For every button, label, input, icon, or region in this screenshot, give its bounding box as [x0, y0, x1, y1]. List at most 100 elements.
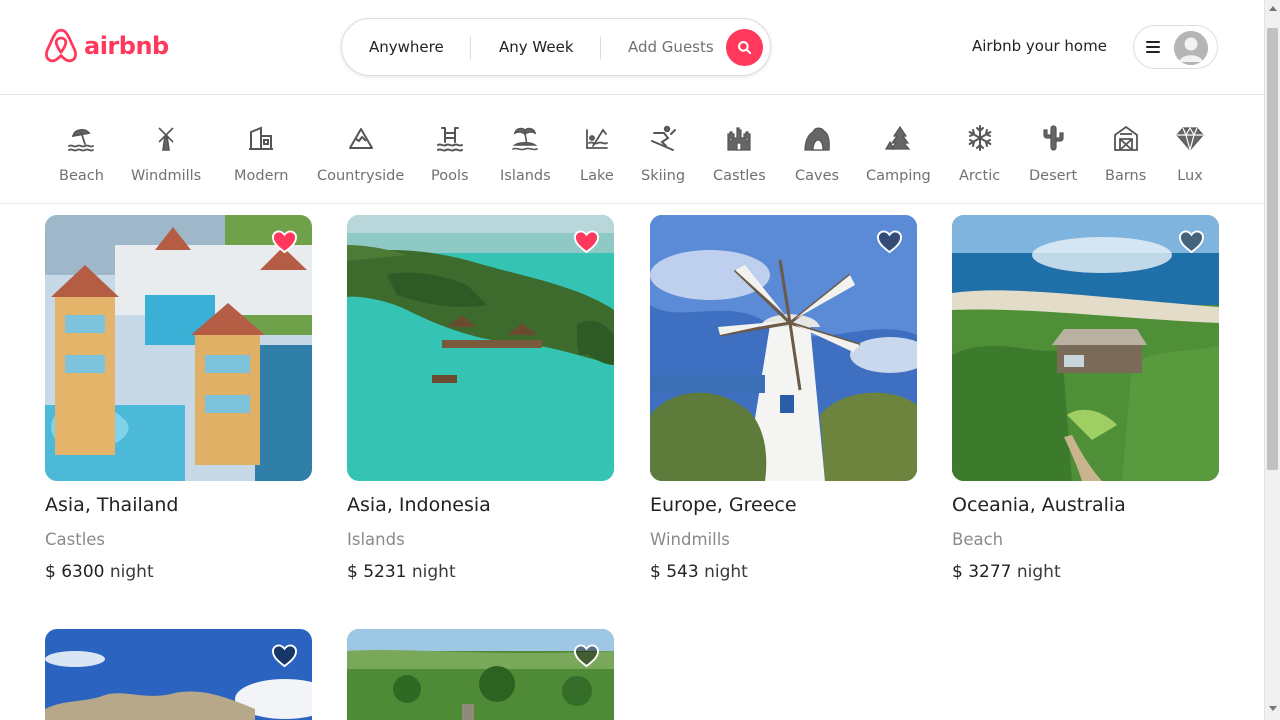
- skiing-icon: [651, 125, 677, 151]
- island-lagoon-photo: [347, 215, 614, 481]
- listing-card[interactable]: Asia, Thailand Castles $ 6300 night: [45, 215, 312, 582]
- windmill-photo: [650, 215, 917, 481]
- listing-card[interactable]: Asia, Indonesia Islands $ 5231 night: [347, 215, 614, 582]
- coastal-house-photo: [952, 215, 1219, 481]
- category-countryside[interactable]: Countryside: [317, 124, 404, 184]
- search-divider: [470, 36, 471, 60]
- search-bar[interactable]: Anywhere Any Week Add Guests: [341, 18, 771, 76]
- heart-outline-icon: [573, 644, 600, 668]
- search-button[interactable]: [726, 29, 763, 66]
- listing-photo[interactable]: [45, 215, 312, 481]
- favorite-button[interactable]: [573, 229, 600, 254]
- user-avatar-icon: [1174, 31, 1208, 65]
- listing-price: $ 3277 night: [952, 562, 1219, 582]
- category-castles[interactable]: Castles: [713, 124, 766, 184]
- camping-icon: [885, 125, 911, 150]
- category-desert[interactable]: Desert: [1029, 124, 1077, 184]
- listing-card[interactable]: [45, 629, 312, 720]
- lake-icon: [585, 128, 608, 149]
- listing-photo[interactable]: [952, 215, 1219, 481]
- listing-price: $ 6300 night: [45, 562, 312, 582]
- category-pools[interactable]: Pools: [431, 124, 469, 184]
- favorite-button[interactable]: [271, 643, 298, 668]
- listing-photo[interactable]: [347, 215, 614, 481]
- price-unit: night: [411, 562, 456, 582]
- diamond-icon: [1176, 127, 1204, 151]
- category-label: Beach: [59, 168, 104, 184]
- price-unit: night: [109, 562, 154, 582]
- airbnb-logo-icon: [45, 28, 77, 63]
- listing-category: Islands: [347, 530, 405, 549]
- favorite-button[interactable]: [271, 229, 298, 254]
- category-label: Countryside: [317, 168, 405, 184]
- windmill-icon: [158, 127, 174, 151]
- listing-title: Asia, Indonesia: [347, 494, 491, 516]
- pool-icon: [436, 127, 463, 152]
- heart-filled-icon: [271, 230, 298, 254]
- listing-photo[interactable]: [45, 629, 312, 720]
- category-label: Camping: [866, 168, 931, 184]
- listing-category: Beach: [952, 530, 1004, 549]
- listing-card[interactable]: [347, 629, 614, 720]
- favorite-button[interactable]: [1178, 229, 1205, 254]
- category-caves[interactable]: Caves: [795, 124, 839, 184]
- category-arctic[interactable]: Arctic: [959, 124, 1000, 184]
- user-menu-button[interactable]: [1133, 25, 1218, 69]
- snowflake-icon: [968, 125, 992, 151]
- listing-category: Windmills: [650, 530, 730, 549]
- category-label: Barns: [1105, 168, 1147, 184]
- modern-house-icon: [249, 126, 274, 150]
- scroll-up-arrow-icon[interactable]: [1269, 6, 1277, 11]
- favorite-button[interactable]: [573, 643, 600, 668]
- price-amount: $ 3277: [952, 562, 1012, 582]
- category-modern[interactable]: Modern: [234, 124, 288, 184]
- category-barns[interactable]: Barns: [1105, 124, 1146, 184]
- heart-outline-icon: [876, 230, 903, 254]
- heart-filled-icon: [573, 230, 600, 254]
- scroll-down-arrow-icon[interactable]: [1269, 706, 1277, 711]
- listing-card[interactable]: Oceania, Australia Beach $ 3277 night: [952, 215, 1219, 582]
- price-amount: $ 6300: [45, 562, 105, 582]
- category-label: Lux: [1177, 168, 1203, 184]
- category-label: Windmills: [131, 168, 202, 184]
- page-scrollbar[interactable]: [1264, 0, 1280, 720]
- category-label: Desert: [1029, 168, 1078, 184]
- price-unit: night: [704, 562, 748, 582]
- become-host-link[interactable]: Airbnb your home: [972, 37, 1107, 55]
- search-when-button[interactable]: Any Week: [499, 38, 574, 56]
- category-bar: Beach Windmills Modern Countryside Pools…: [0, 96, 1264, 204]
- category-lux[interactable]: Lux: [1176, 124, 1204, 184]
- search-where-button[interactable]: Anywhere: [369, 38, 444, 56]
- search-guests-button[interactable]: Add Guests: [628, 38, 714, 56]
- airbnb-logo[interactable]: airbnb: [44, 28, 169, 64]
- category-label: Modern: [234, 168, 289, 184]
- listing-photo[interactable]: [347, 629, 614, 720]
- barn-icon: [1113, 125, 1138, 151]
- category-label: Lake: [580, 168, 614, 184]
- heart-outline-icon: [1178, 230, 1205, 254]
- listing-card[interactable]: Europe, Greece Windmills $ 543 night: [650, 215, 917, 582]
- listing-title: Europe, Greece: [650, 494, 797, 516]
- price-amount: $ 543: [650, 562, 699, 582]
- heart-outline-icon: [271, 644, 298, 668]
- search-divider: [600, 36, 601, 60]
- listing-title: Oceania, Australia: [952, 494, 1126, 516]
- category-lake[interactable]: Lake: [580, 124, 614, 184]
- category-camping[interactable]: Camping: [866, 124, 931, 184]
- category-windmills[interactable]: Windmills: [131, 124, 201, 184]
- mountain-icon: [348, 128, 373, 149]
- listing-title: Asia, Thailand: [45, 494, 179, 516]
- category-skiing[interactable]: Skiing: [641, 124, 685, 184]
- avatar: [1174, 31, 1208, 65]
- listing-category: Castles: [45, 530, 106, 549]
- category-islands[interactable]: Islands: [500, 124, 551, 184]
- category-label: Caves: [795, 168, 840, 184]
- cave-icon: [804, 127, 830, 151]
- price-unit: night: [1016, 562, 1061, 582]
- listing-price: $ 543 night: [650, 562, 917, 582]
- favorite-button[interactable]: [876, 229, 903, 254]
- listing-photo[interactable]: [650, 215, 917, 481]
- category-label: Castles: [713, 168, 766, 184]
- category-beach[interactable]: Beach: [59, 124, 104, 184]
- scroll-thumb[interactable]: [1267, 28, 1278, 470]
